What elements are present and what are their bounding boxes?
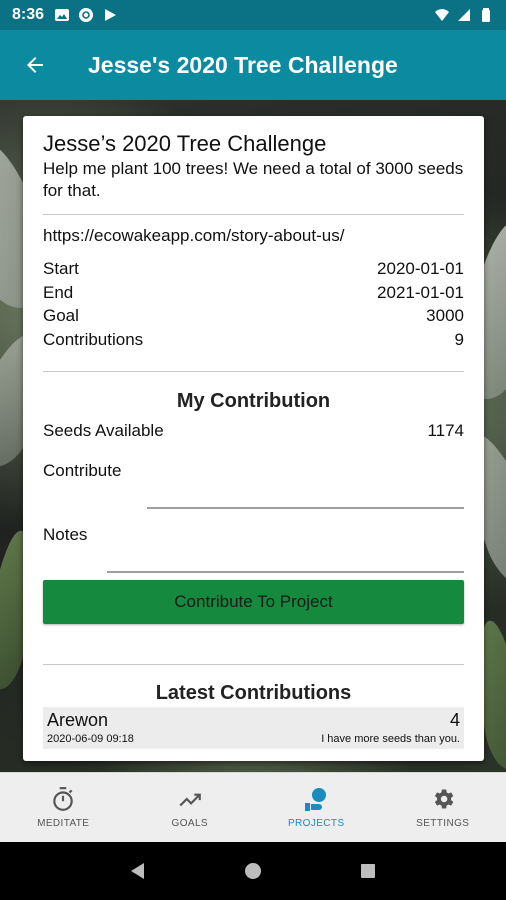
play-icon: [105, 9, 117, 21]
nav-item-projects[interactable]: PROJECTS: [253, 773, 380, 842]
detail-label: Goal: [43, 306, 79, 325]
detail-value: 3000: [426, 306, 464, 325]
latest-contributions-title: Latest Contributions: [155, 681, 352, 704]
detail-row-goal: Goal 3000: [43, 304, 464, 328]
system-recents-button[interactable]: [348, 851, 388, 891]
contribute-field: Contribute: [43, 461, 464, 509]
detail-label: Contributions: [43, 329, 144, 349]
notes-input[interactable]: [107, 561, 464, 573]
system-navigation: [0, 842, 506, 900]
contribution-date: 2020-06-09 09:18: [47, 732, 134, 745]
image-icon: [55, 9, 70, 21]
my-contribution-title: My Contribution: [176, 390, 331, 412]
system-back-button[interactable]: [118, 851, 158, 891]
contribute-button[interactable]: Contribute To Project: [43, 579, 464, 624]
wifi-icon: [435, 9, 449, 21]
seeds-available-label: Seeds Available: [43, 421, 164, 440]
nav-label-meditate: MEDITATE: [37, 818, 90, 829]
detail-label: End: [43, 282, 74, 302]
circle-home-icon: [244, 863, 261, 879]
sync-icon: [79, 8, 94, 22]
signal-icon: [458, 9, 470, 21]
app-bar-title: Jesse's 2020 Tree Challenge: [88, 51, 398, 78]
detail-value: 9: [454, 329, 464, 349]
project-details: Start 2020-01-01 End 2021-01-01 Goal 300…: [43, 257, 464, 351]
nav-item-settings[interactable]: SETTINGS: [380, 773, 506, 842]
contribute-input[interactable]: [147, 497, 464, 509]
status-time: 8:36: [12, 6, 45, 23]
back-button[interactable]: [0, 30, 70, 100]
square-recents-icon: [361, 864, 376, 878]
detail-value: 2021-01-01: [377, 282, 464, 302]
app-bar: Jesse's 2020 Tree Challenge: [0, 30, 506, 100]
triangle-back-icon: [130, 863, 144, 879]
battery-icon: [482, 8, 490, 22]
notes-field: Notes: [43, 525, 464, 573]
list-item[interactable]: Arewon 4 2020-06-09 09:18 I have more se…: [43, 706, 464, 749]
detail-value: 2020-01-01: [377, 259, 464, 278]
divider: [43, 214, 464, 215]
trending-up-icon: [179, 793, 201, 807]
stopwatch-icon: [53, 787, 73, 811]
detail-row-start: Start 2020-01-01: [43, 257, 464, 281]
projects-icon: [305, 788, 327, 811]
notes-label: Notes: [43, 524, 88, 544]
detail-label: Start: [43, 259, 79, 278]
nav-item-meditate[interactable]: MEDITATE: [0, 773, 127, 842]
status-bar: 8:36: [0, 0, 506, 30]
project-description: Help me plant 100 trees! We need a total…: [43, 159, 464, 200]
status-icons-left: [54, 7, 118, 23]
nav-label-projects: PROJECTS: [287, 818, 345, 829]
nav-label-goals: GOALS: [171, 818, 208, 829]
contribution-note: I have more seeds than you.: [321, 732, 460, 745]
divider: [43, 663, 464, 665]
seeds-available-value: 1174: [427, 421, 464, 440]
detail-row-contributions: Contributions 9: [43, 328, 464, 352]
gear-icon: [434, 789, 454, 809]
contribute-label: Contribute: [43, 460, 122, 480]
divider: [43, 371, 464, 372]
nav-item-goals[interactable]: GOALS: [127, 773, 254, 842]
project-card: Jesse’s 2020 Tree Challenge Help me plan…: [23, 116, 484, 761]
bottom-navigation: MEDITATE GOALS PROJECTS SETTINGS: [0, 772, 506, 842]
contribution-amount: 4: [449, 709, 460, 730]
system-home-button[interactable]: [233, 851, 273, 891]
project-url[interactable]: https://ecowakeapp.com/story-about-us/: [43, 226, 464, 246]
arrow-left-icon: [27, 57, 43, 73]
seeds-available-row: Seeds Available 1174: [43, 419, 464, 443]
status-icons-right: [434, 7, 494, 23]
nav-label-settings: SETTINGS: [416, 818, 470, 829]
project-title: Jesse’s 2020 Tree Challenge: [43, 131, 327, 156]
detail-row-end: End 2021-01-01: [43, 281, 464, 305]
contributor-name: Arewon: [47, 709, 109, 730]
